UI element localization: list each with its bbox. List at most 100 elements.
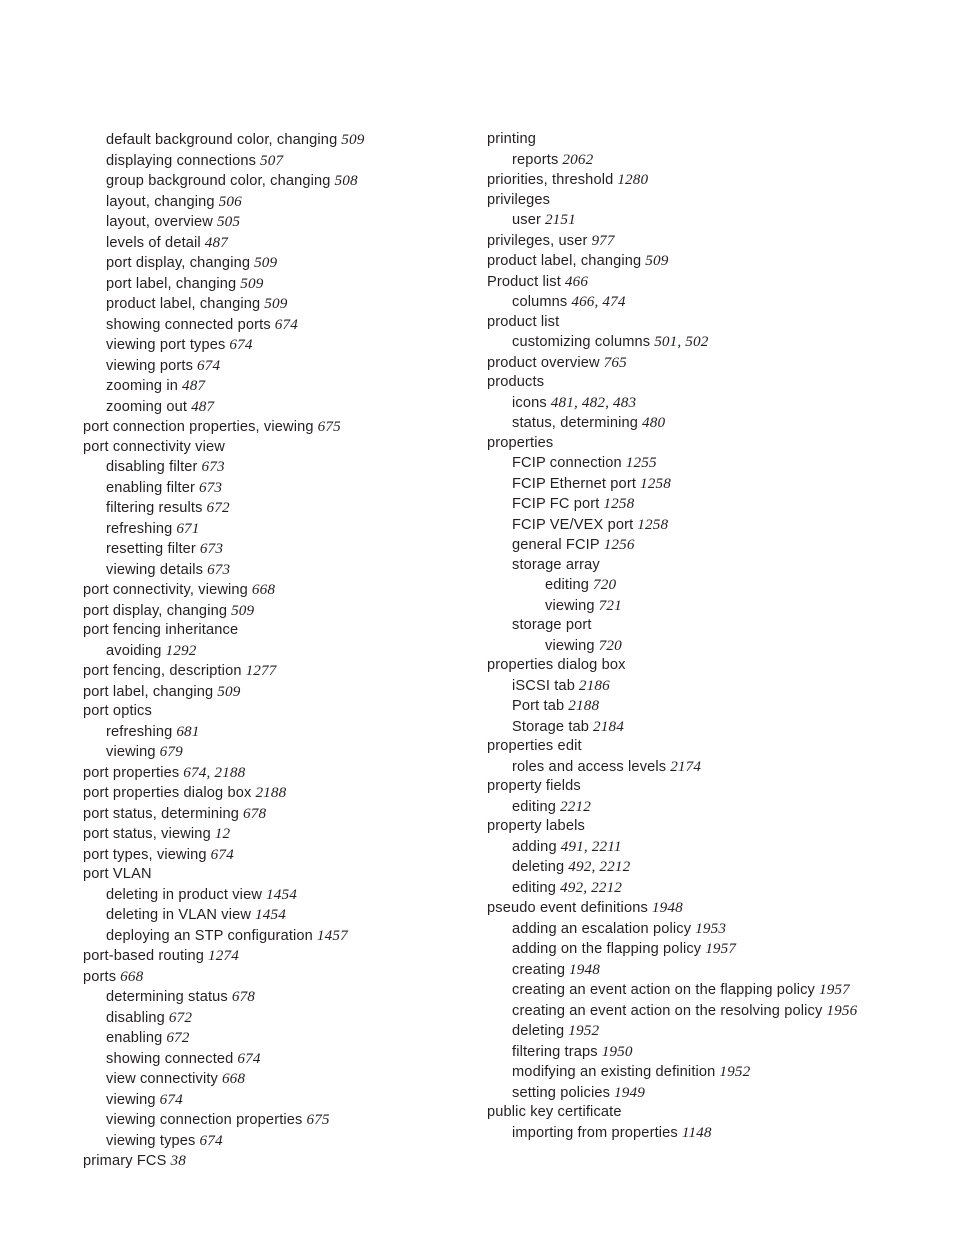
index-entry-pages: 674 (159, 1090, 183, 1108)
index-entry-pages: 765 (603, 353, 627, 371)
index-entry-pages: 1454 (265, 885, 297, 903)
index-entry-pages: 674 (229, 336, 253, 353)
index-entry: Product list 466 (487, 272, 917, 293)
index-entry-term: showing connected (106, 1050, 234, 1067)
index-entry: showing connected 674 (83, 1049, 473, 1070)
index-entry: port label, changing 509 (83, 682, 473, 703)
index-entry: viewing 720 (487, 636, 917, 657)
index-entry-term: product list (487, 313, 560, 330)
index-entry-pages: 675 (306, 1111, 330, 1128)
index-entry-pages: 1457 (316, 926, 348, 944)
index-entry-pages: 2062 (562, 150, 594, 168)
index-entry: property fields (487, 777, 917, 797)
index-entry-pages: 673 (207, 560, 231, 578)
index-entry: viewing connection properties 675 (83, 1110, 473, 1131)
index-entry: viewing 721 (487, 596, 917, 617)
index-entry-term: editing (512, 798, 557, 815)
index-entry-pages: 509 (254, 254, 278, 271)
index-entry: viewing ports 674 (83, 356, 473, 377)
index-entry: FCIP Ethernet port 1258 (487, 474, 917, 495)
index-entry-pages: 678 (242, 804, 267, 822)
index-entry: port fencing, description 1277 (83, 661, 473, 682)
index-entry: FCIP VE/VEX port 1258 (487, 515, 917, 536)
index-entry: levels of detail 487 (83, 233, 473, 254)
index-entry-term: port connection properties, viewing (83, 419, 314, 435)
index-entry: filtering traps 1950 (487, 1042, 917, 1063)
index-entry: product list (487, 313, 917, 333)
index-entry-pages: 509 (231, 601, 255, 619)
index-entry-pages: 480 (642, 414, 666, 431)
index-entry-term: zooming out (106, 398, 188, 415)
index-entry-pages: 1957 (705, 940, 737, 957)
index-entry: viewing 679 (83, 742, 473, 763)
index-entry-pages: 674 (237, 1049, 261, 1067)
index-entry-term: zooming in (106, 378, 179, 394)
index-entry-pages: 466 (564, 272, 589, 290)
index-entry-pages: 668 (221, 1070, 246, 1087)
index-entry-term: FCIP connection (512, 455, 622, 471)
index-entry: view connectivity 668 (83, 1069, 473, 1090)
index-entry: deleting in product view 1454 (83, 885, 473, 906)
index-entry-term: filtering traps (512, 1043, 598, 1060)
index-entry-pages: 508 (334, 172, 358, 189)
index-entry: viewing 674 (83, 1090, 473, 1111)
index-entry: privileges (487, 191, 917, 211)
index-entry: port display, changing 509 (83, 253, 473, 274)
index-entry-term: FCIP FC port (512, 496, 600, 512)
index-entry: icons 481, 482, 483 (487, 393, 917, 414)
index-entry-term: reports (512, 151, 559, 168)
index-entry: port properties dialog box 2188 (83, 783, 473, 804)
index-entry-term: port properties dialog box (83, 785, 252, 801)
index-entry-term: port status, viewing (83, 826, 211, 842)
index-entry-pages: 1948 (569, 960, 601, 978)
index-entry-pages: 1258 (603, 495, 635, 512)
index-entry-pages: 674 (274, 315, 298, 333)
index-entry-pages: 668 (120, 967, 144, 985)
index-entry-term: viewing connection properties (106, 1112, 303, 1128)
index-entry: enabling filter 673 (83, 478, 473, 499)
index-entry-pages: 679 (159, 743, 183, 760)
index-entry-pages: 509 (240, 274, 264, 292)
index-entry: port status, viewing 12 (83, 824, 473, 845)
index-entry: refreshing 681 (83, 722, 473, 743)
index-entry: deleting 492, 2212 (487, 857, 917, 878)
index-entry-term: port status, determining (83, 805, 240, 822)
index-entry: printing (487, 130, 917, 150)
index-entry-pages: 492, 2212 (559, 878, 623, 896)
index-entry-pages: 1277 (245, 662, 277, 679)
index-entry-term: port connectivity view (83, 438, 225, 455)
index-entry-term: refreshing (106, 520, 173, 537)
index-entry-term: property labels (487, 818, 585, 834)
index-entry: port connectivity, viewing 668 (83, 580, 473, 601)
index-entry-term: privileges (487, 191, 551, 208)
index-entry: adding on the flapping policy 1957 (487, 939, 917, 960)
index-entry: port display, changing 509 (83, 601, 473, 622)
index-entry-pages: 2188 (568, 697, 600, 714)
index-entry-pages: 1956 (826, 1001, 858, 1019)
index-entry: showing connected ports 674 (83, 315, 473, 336)
index-entry: enabling 672 (83, 1028, 473, 1049)
index-entry: port connectivity view (83, 438, 473, 458)
index-entry-pages: 487 (191, 397, 215, 415)
index-entry: default background color, changing 509 (83, 130, 473, 151)
index-entry-term: displaying connections (106, 152, 257, 169)
index-entry: Storage tab 2184 (487, 717, 917, 738)
index-entry: adding 491, 2211 (487, 837, 917, 858)
index-entry-term: iSCSI tab (512, 677, 575, 694)
index-entry-pages: 668 (251, 581, 276, 598)
index-entry: ports 668 (83, 967, 473, 988)
index-entry: port VLAN (83, 865, 473, 885)
index-entry-term: roles and access levels (512, 758, 667, 775)
index-entry-term: deploying an STP configuration (106, 927, 313, 944)
index-entry-term: storage port (512, 617, 592, 633)
index-entry-pages: 2188 (255, 784, 287, 801)
index-entry-pages: 501, 502 (654, 333, 709, 350)
index-entry: editing 492, 2212 (487, 878, 917, 899)
index-entry-term: enabling (106, 1030, 163, 1046)
index-entry-term: priorities, threshold (487, 172, 614, 188)
index-entry-term: primary FCS (83, 1153, 167, 1169)
index-entry-term: port optics (83, 703, 152, 719)
index-entry-term: properties (487, 434, 554, 451)
index-entry: deleting 1952 (487, 1021, 917, 1042)
index-entry-pages: 2186 (578, 676, 610, 694)
